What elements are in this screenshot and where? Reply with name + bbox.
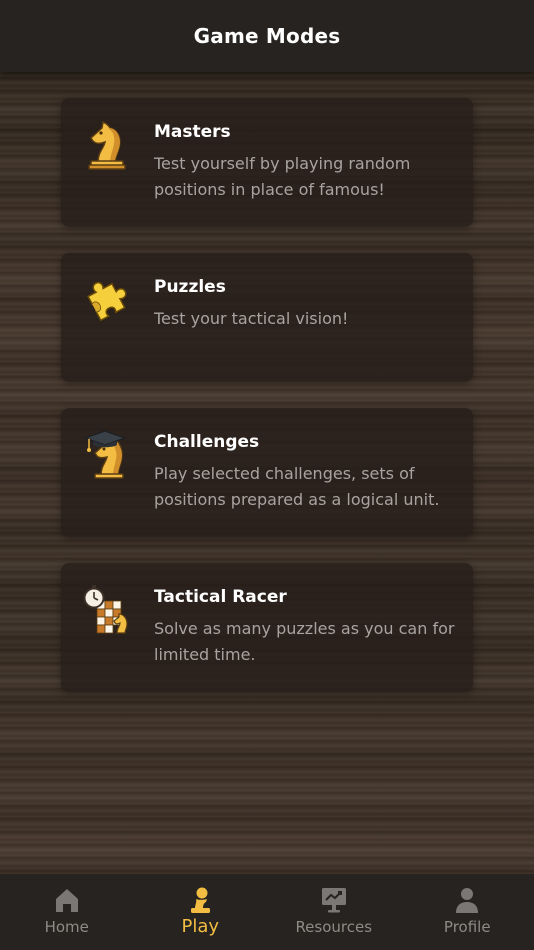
chart-monitor-icon bbox=[319, 885, 349, 915]
mode-card-masters[interactable]: Masters Test yourself by playing random … bbox=[61, 98, 473, 227]
page-title: Game Modes bbox=[193, 24, 341, 48]
tab-profile[interactable]: Profile bbox=[401, 874, 534, 950]
tab-label: Play bbox=[181, 916, 220, 937]
mode-description: Solve as many puzzles as you can for lim… bbox=[154, 619, 455, 664]
mode-title: Challenges bbox=[154, 432, 260, 452]
mode-description: Play selected challenges, sets of positi… bbox=[154, 464, 440, 509]
game-mode-list: Masters Test yourself by playing random … bbox=[61, 98, 473, 718]
tab-resources[interactable]: Resources bbox=[267, 874, 401, 950]
mode-card-puzzles[interactable]: Puzzles Test your tactical vision! bbox=[61, 253, 473, 382]
tab-label: Resources bbox=[295, 918, 373, 936]
mode-card-tactical-racer[interactable]: Tactical Racer Solve as many puzzles as … bbox=[61, 563, 473, 692]
graduate-knight-icon bbox=[81, 428, 133, 482]
stopwatch-board-icon bbox=[81, 583, 133, 637]
bottom-tab-bar: Home Play Resources Profile bbox=[0, 874, 534, 950]
mode-card-challenges[interactable]: Challenges Play selected challenges, set… bbox=[61, 408, 473, 537]
home-icon bbox=[52, 885, 82, 915]
user-icon bbox=[452, 885, 482, 915]
app-header: Game Modes bbox=[0, 0, 534, 72]
knight-icon bbox=[81, 118, 133, 172]
tab-label: Home bbox=[44, 918, 89, 936]
mode-title: Tactical Racer bbox=[154, 587, 287, 607]
mode-title: Puzzles bbox=[154, 277, 226, 297]
mode-description: Test your tactical vision! bbox=[154, 309, 349, 328]
pawn-icon bbox=[185, 885, 215, 915]
tab-label: Profile bbox=[443, 918, 491, 936]
mode-description: Test yourself by playing random position… bbox=[154, 154, 411, 199]
tab-home[interactable]: Home bbox=[0, 874, 134, 950]
puzzle-piece-icon bbox=[81, 273, 133, 327]
mode-title: Masters bbox=[154, 122, 231, 142]
tab-play[interactable]: Play bbox=[134, 874, 268, 950]
